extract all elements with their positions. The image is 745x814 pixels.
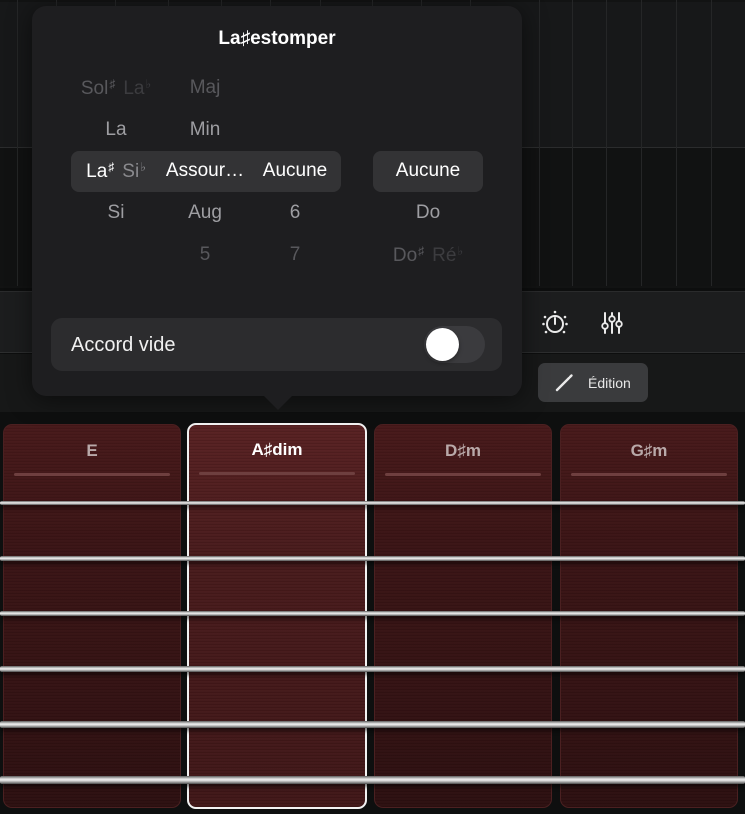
chord-name: G♯m	[630, 441, 668, 460]
guitar-string-4[interactable]	[0, 666, 745, 672]
quality-picker-item[interactable]: Maj	[190, 77, 221, 99]
chord-strip-2[interactable]: A♯dim	[187, 423, 367, 809]
chord-editor-popover: La♯estomper Sol♯ La♭ La La♯ Si♭ Si Maj Min Assou…	[32, 6, 522, 396]
quality-picker-item[interactable]: 5	[200, 244, 211, 266]
picker-item-label: La♯	[86, 160, 115, 182]
popover-title: La♯estomper	[218, 28, 336, 49]
picker-item-alt-label: Ré♭	[432, 244, 464, 266]
bass-picker-item[interactable]: Do	[416, 202, 440, 224]
guitar-string-1[interactable]	[0, 501, 745, 505]
picker-item-label: Min	[189, 119, 221, 140]
guitar-string-5[interactable]	[0, 721, 745, 728]
chord-divider	[571, 473, 727, 476]
empty-chord-row: Accord vide	[51, 318, 502, 371]
picker-item-alt-label: Si♭	[122, 160, 146, 182]
grid-line	[676, 0, 677, 286]
extension-picker-item[interactable]: 6	[290, 202, 301, 224]
picker-item-label: Si	[107, 202, 125, 223]
guitar-string-3[interactable]	[0, 611, 745, 616]
root-picker-item[interactable]: Si	[108, 202, 125, 224]
knob-dial-icon	[542, 310, 568, 334]
picker-item-label: 5	[199, 244, 211, 265]
picker-item-label: Do	[415, 202, 441, 223]
root-picker-item[interactable]: Sol♯ La♭	[81, 77, 151, 100]
chord-name: E	[86, 441, 98, 460]
picker-item-label: La	[105, 119, 127, 140]
grid-line	[641, 0, 642, 286]
pencil-icon	[555, 373, 573, 391]
chord-name: A♯dim	[251, 440, 303, 459]
quality-picker-item[interactable]: Assour…	[166, 160, 244, 182]
grid-line	[17, 0, 18, 286]
root-picker-item[interactable]: La	[105, 119, 126, 141]
picker-item-label: Assour…	[165, 160, 245, 181]
picker-item-alt-label: La♭	[123, 77, 152, 99]
chord-strip-3[interactable]: D♯m	[374, 424, 552, 808]
grid-line	[606, 0, 607, 286]
picker-item-label: Maj	[189, 77, 221, 98]
picker-item-label: 6	[289, 202, 301, 223]
quality-picker-item[interactable]: Aug	[188, 202, 222, 224]
mixer-sliders-icon	[601, 312, 623, 334]
empty-chord-label: Accord vide	[71, 334, 176, 356]
chord-divider	[385, 473, 541, 476]
edit-button[interactable]: Édition	[538, 363, 648, 402]
chord-strip-4[interactable]: G♯m	[560, 424, 738, 808]
grid-line	[572, 0, 573, 286]
toggle-knob[interactable]	[426, 328, 459, 361]
extension-picker-item[interactable]: 7	[290, 244, 301, 266]
mixer-button[interactable]	[595, 306, 629, 340]
picker-item-label: 7	[289, 244, 301, 265]
grid-line	[539, 0, 540, 286]
root-picker-item[interactable]: La♯ Si♭	[86, 160, 146, 183]
chord-divider	[14, 473, 170, 476]
bass-picker-item[interactable]: Do♯ Ré♭	[393, 244, 463, 267]
picker-item-label: Aug	[188, 202, 222, 223]
bass-picker-item[interactable]: Aucune	[396, 160, 460, 182]
knob-dial-button[interactable]	[538, 306, 572, 340]
chord-name: D♯m	[445, 441, 481, 460]
guitar-string-6[interactable]	[0, 776, 745, 784]
chord-divider	[199, 472, 355, 475]
app-root: Édition E A♯dim D♯m G♯m La♯estomper Sol♯ La♭…	[0, 0, 745, 814]
picker-item-label: Do♯	[392, 244, 425, 266]
grid-line	[711, 0, 712, 286]
edit-label: Édition	[588, 374, 631, 391]
picker-item-label: Aucune	[395, 160, 461, 181]
picker-item-label: Aucune	[262, 160, 328, 181]
quality-picker-item[interactable]: Min	[190, 119, 221, 141]
extension-picker-item[interactable]: Aucune	[263, 160, 327, 182]
picker-item-label: Sol♯	[80, 77, 116, 99]
empty-chord-toggle[interactable]	[424, 326, 485, 363]
popover-arrow	[263, 395, 293, 410]
guitar-string-2[interactable]	[0, 556, 745, 561]
chord-strip-1[interactable]: E	[3, 424, 181, 808]
